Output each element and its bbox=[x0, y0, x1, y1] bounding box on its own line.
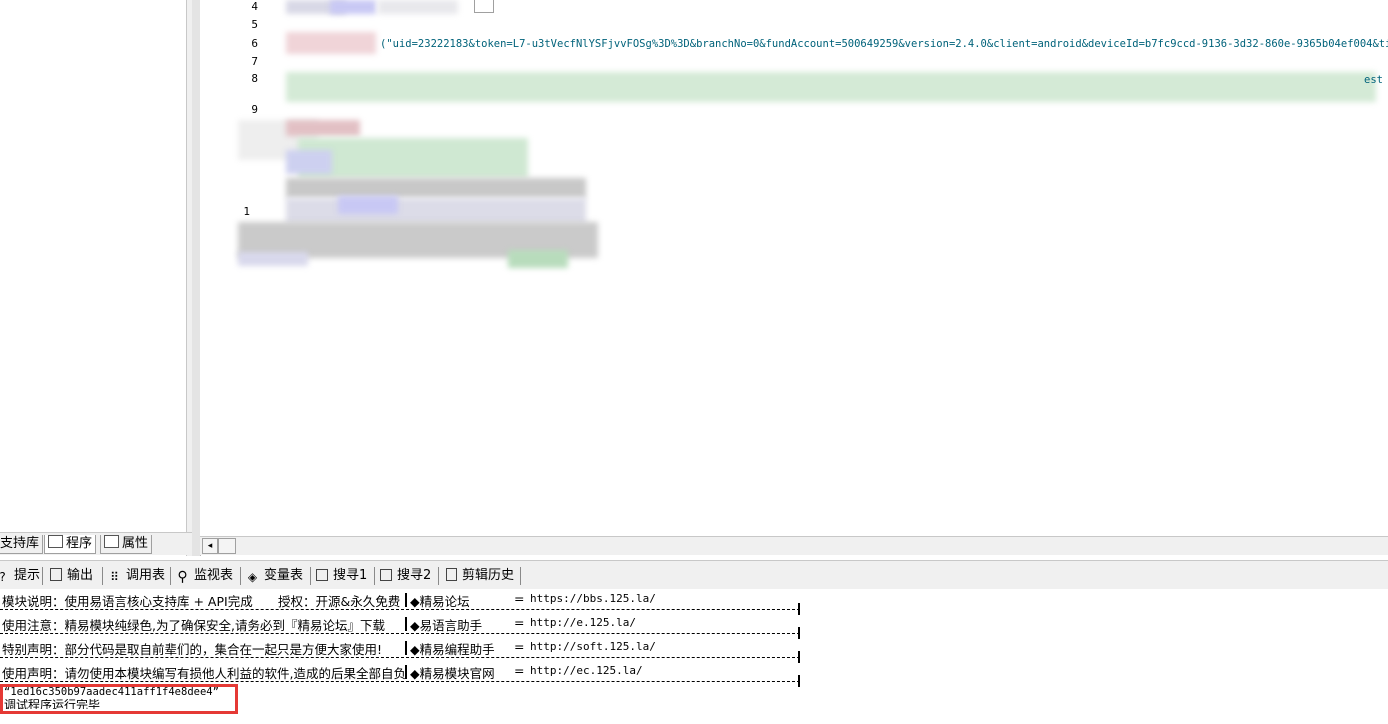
clipboard-icon bbox=[446, 568, 457, 581]
scroll-thumb[interactable] bbox=[218, 538, 236, 554]
tab-separator bbox=[102, 567, 103, 585]
tab-watch[interactable]: ⚲ 监视表 bbox=[174, 566, 233, 586]
line-number: 9 bbox=[251, 103, 258, 116]
output-equals: = bbox=[514, 591, 525, 606]
dashed-divider bbox=[0, 681, 800, 682]
redacted-code bbox=[286, 178, 586, 198]
line-number: 5 bbox=[251, 18, 258, 31]
output-equals: = bbox=[514, 663, 525, 678]
find-icon bbox=[380, 569, 392, 581]
redacted-code bbox=[286, 32, 376, 54]
output-equals: = bbox=[514, 615, 525, 630]
tab-separator bbox=[240, 567, 241, 585]
left-panel-tabs: 支持库 程序 属性 bbox=[0, 532, 192, 555]
tab-find-2[interactable]: 搜寻2 bbox=[378, 566, 431, 586]
dashed-divider bbox=[0, 657, 800, 658]
redacted-code bbox=[330, 0, 376, 14]
tab-label: 搜寻2 bbox=[397, 568, 432, 583]
tab-separator bbox=[42, 567, 43, 585]
tab-label: 变量表 bbox=[264, 568, 304, 583]
line-number: 6 bbox=[251, 37, 258, 50]
variable-icon: ◈ bbox=[247, 570, 258, 584]
redacted-code bbox=[298, 138, 528, 178]
output-left-text: 使用注意：精易模块纯绿色,为了确保安全,请务必到『精易论坛』下载 bbox=[2, 618, 385, 633]
result-highlight-box bbox=[0, 684, 238, 714]
tab-label: 搜寻1 bbox=[333, 568, 368, 583]
tab-separator bbox=[520, 567, 521, 585]
line-number: 8 bbox=[251, 72, 258, 85]
column-divider bbox=[405, 593, 407, 607]
output-equals: = bbox=[514, 639, 525, 654]
tab-label: 属性 bbox=[122, 536, 149, 551]
hint-icon: ? bbox=[0, 571, 9, 584]
line-number: 1 bbox=[243, 205, 250, 218]
redacted-code bbox=[286, 150, 332, 174]
code-line-8-tail: est bbox=[1364, 74, 1383, 86]
find-icon bbox=[316, 569, 328, 581]
tab-output[interactable]: 输出 bbox=[48, 566, 93, 586]
code-fold-box[interactable] bbox=[474, 0, 494, 13]
tab-separator bbox=[438, 567, 439, 585]
column-divider bbox=[405, 641, 407, 655]
column-divider bbox=[405, 665, 407, 679]
search-icon: ⚲ bbox=[177, 569, 188, 585]
output-left-text: 模块说明：使用易语言核心支持库 + API完成 bbox=[2, 594, 253, 609]
redacted-code bbox=[378, 0, 458, 14]
output-site-name: ◆易语言助手 bbox=[410, 618, 483, 633]
dashed-divider bbox=[0, 633, 800, 634]
tab-hint[interactable]: ? 提示 bbox=[0, 566, 40, 586]
output-url[interactable]: https://bbs.125.la/ bbox=[530, 592, 656, 605]
output-url[interactable]: http://ec.125.la/ bbox=[530, 664, 643, 677]
line-number: 7 bbox=[251, 55, 258, 68]
tab-label: 输出 bbox=[67, 568, 94, 583]
redacted-code bbox=[338, 196, 398, 214]
tab-find-1[interactable]: 搜寻1 bbox=[314, 566, 367, 586]
redacted-code bbox=[286, 198, 586, 224]
tab-label: 程序 bbox=[66, 536, 93, 551]
tab-clipboard-history[interactable]: 剪辑历史 bbox=[444, 566, 514, 586]
redacted-code bbox=[238, 252, 308, 266]
code-line-6: ("uid=23222183&token=L7-u3tVecfNlYSFjvvF… bbox=[380, 38, 1388, 50]
tab-label: 剪辑历史 bbox=[462, 568, 515, 583]
tab-label: 调用表 bbox=[126, 568, 166, 583]
output-left-text: 使用声明：请勿使用本模块编写有损他人利益的软件,造成的后果全部自负 bbox=[2, 666, 406, 681]
support-library-panel[interactable] bbox=[0, 0, 187, 530]
tab-support-library[interactable]: 支持库 bbox=[0, 535, 44, 554]
tab-label: 监视表 bbox=[194, 568, 234, 583]
tab-label: 提示 bbox=[14, 568, 41, 583]
scroll-left-icon[interactable]: ◂ bbox=[202, 538, 218, 554]
output-url[interactable]: http://e.125.la/ bbox=[530, 616, 636, 629]
column-divider bbox=[405, 617, 407, 631]
redacted-code bbox=[508, 250, 568, 268]
redacted-code bbox=[286, 120, 360, 136]
output-site-name: ◆精易模块官网 bbox=[410, 666, 495, 681]
output-site-name: ◆精易论坛 bbox=[410, 594, 470, 609]
program-icon bbox=[48, 535, 63, 548]
tab-label: 支持库 bbox=[0, 536, 40, 551]
editor-gutter bbox=[200, 0, 219, 540]
output-mid-text: 授权：开源&永久免费 bbox=[278, 594, 401, 609]
tab-separator bbox=[170, 567, 171, 585]
output-left-text: 特别声明：部分代码是取自前辈们的，集合在一起只是方便大家使用! bbox=[2, 642, 383, 657]
tab-call-table[interactable]: ⠿ 调用表 bbox=[106, 566, 165, 586]
tab-separator bbox=[374, 567, 375, 585]
horizontal-scrollbar[interactable]: ◂ bbox=[200, 536, 1388, 555]
properties-icon bbox=[104, 535, 119, 548]
tool-tabs-bar: ? 提示 输出 ⠿ 调用表 ⚲ 监视表 ◈ 变量表 搜寻1 搜寻2 剪辑历史 bbox=[0, 560, 1388, 590]
output-url[interactable]: http://soft.125.la/ bbox=[530, 640, 656, 653]
tab-separator bbox=[310, 567, 311, 585]
line-number: 4 bbox=[251, 0, 258, 13]
dashed-divider bbox=[0, 609, 800, 610]
tab-program[interactable]: 程序 bbox=[44, 535, 97, 554]
call-table-icon: ⠿ bbox=[110, 570, 119, 584]
tab-properties[interactable]: 属性 bbox=[100, 535, 153, 554]
code-editor[interactable]: 4 5 6 7 8 9 1 ("uid=23222183&token=L7-u3… bbox=[218, 0, 1388, 540]
output-site-name: ◆精易编程助手 bbox=[410, 642, 495, 657]
redacted-code bbox=[286, 72, 1376, 102]
output-icon bbox=[50, 568, 62, 581]
tab-variables[interactable]: ◈ 变量表 bbox=[244, 566, 303, 586]
